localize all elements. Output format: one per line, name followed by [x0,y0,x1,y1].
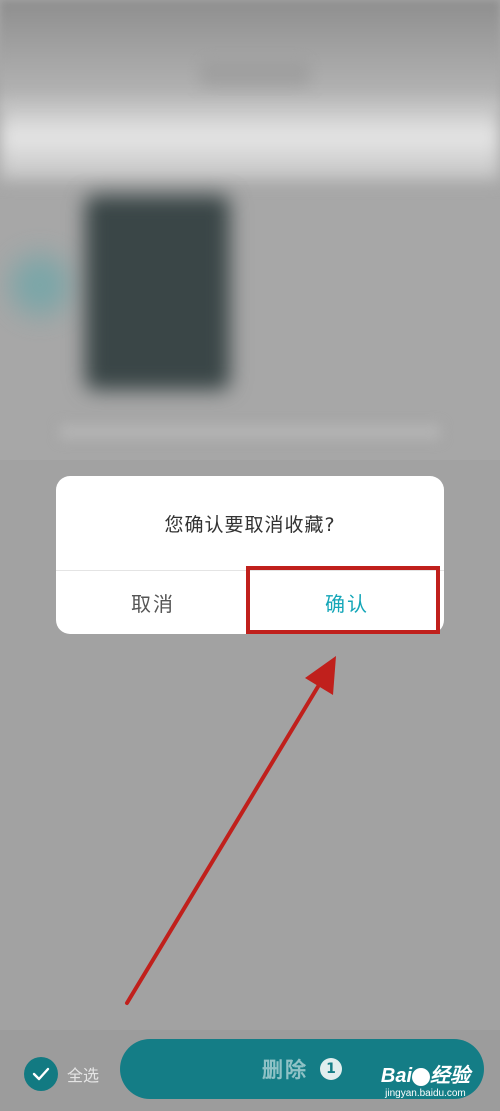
select-all-toggle[interactable]: 全选 [24,1056,99,1092]
delete-label: 删除 [262,1058,308,1082]
delete-count-badge: 1 [320,1058,342,1080]
blurred-header [0,0,500,110]
highlight-box [246,566,440,634]
baidu-watermark: Bai 经验 jingyan.baidu.com [381,1059,470,1099]
watermark-url: jingyan.baidu.com [385,1088,466,1099]
watermark-logo-text: Bai [380,1065,412,1087]
blurred-accent [10,255,70,315]
dialog-message: 您确认要取消收藏? [164,513,336,536]
blurred-text-line [60,425,440,439]
check-icon[interactable] [24,1057,58,1091]
blurred-title [200,60,310,86]
select-all-label: 全选 [67,1066,100,1085]
baidu-paw-icon [412,1067,430,1086]
watermark-logo-suffix: 经验 [430,1065,470,1087]
watermark-logo: Bai 经验 [381,1059,470,1088]
blurred-banner [0,100,500,180]
cancel-button[interactable]: 取消 [56,571,250,634]
blurred-thumbnail [85,195,230,390]
